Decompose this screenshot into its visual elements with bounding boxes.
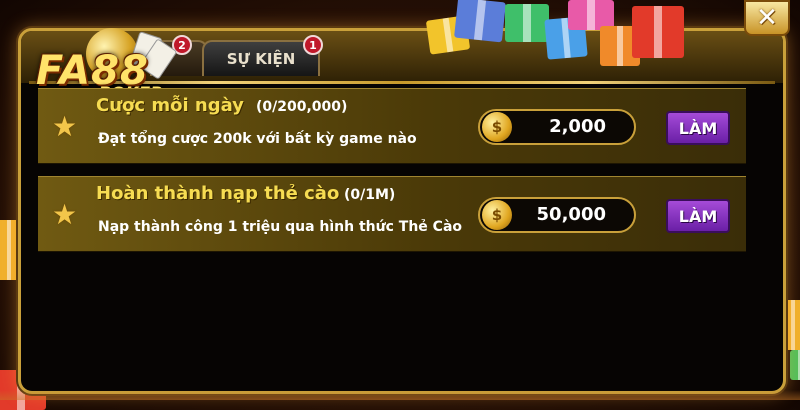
do-task-button[interactable]: LÀM	[666, 199, 730, 233]
star-icon: ★	[52, 110, 78, 143]
task-title: Hoàn thành nạp thẻ cào	[96, 183, 340, 204]
bottom-glow	[0, 390, 800, 400]
star-icon: ★	[52, 198, 78, 231]
close-button[interactable]: ✕	[744, 0, 790, 36]
coin-icon: $	[482, 200, 512, 230]
task-progress: (0/200,000)	[256, 99, 348, 115]
task-description: Nạp thành công 1 triệu qua hình thức Thẻ…	[98, 219, 463, 235]
reward-pill: $ 50,000	[478, 197, 636, 233]
task-row: ★ Hoàn thành nạp thẻ cào (0/1M) Nạp thàn…	[38, 176, 746, 252]
gift-box-icon	[454, 0, 506, 43]
reward-amount: 2,000	[549, 116, 606, 137]
task-progress: (0/1M)	[344, 187, 396, 203]
close-icon: ✕	[756, 3, 778, 33]
task-row: ★ Cược mỗi ngày (0/200,000) Đạt tổng cượ…	[38, 88, 746, 164]
tab-events-label: SỰ KIỆN	[226, 50, 296, 68]
task-description: Đạt tổng cược 200k với bất kỳ game nào	[98, 131, 417, 147]
reward-amount: 50,000	[536, 204, 606, 225]
task-title: Cược mỗi ngày	[96, 95, 244, 116]
notification-badge: 1	[303, 35, 323, 55]
gift-box-icon	[505, 4, 549, 42]
reward-pill: $ 2,000	[478, 109, 636, 145]
gift-box-icon	[632, 6, 684, 58]
coin-icon: $	[482, 112, 512, 142]
do-task-button[interactable]: LÀM	[666, 111, 730, 145]
gift-box-icon	[790, 350, 800, 380]
